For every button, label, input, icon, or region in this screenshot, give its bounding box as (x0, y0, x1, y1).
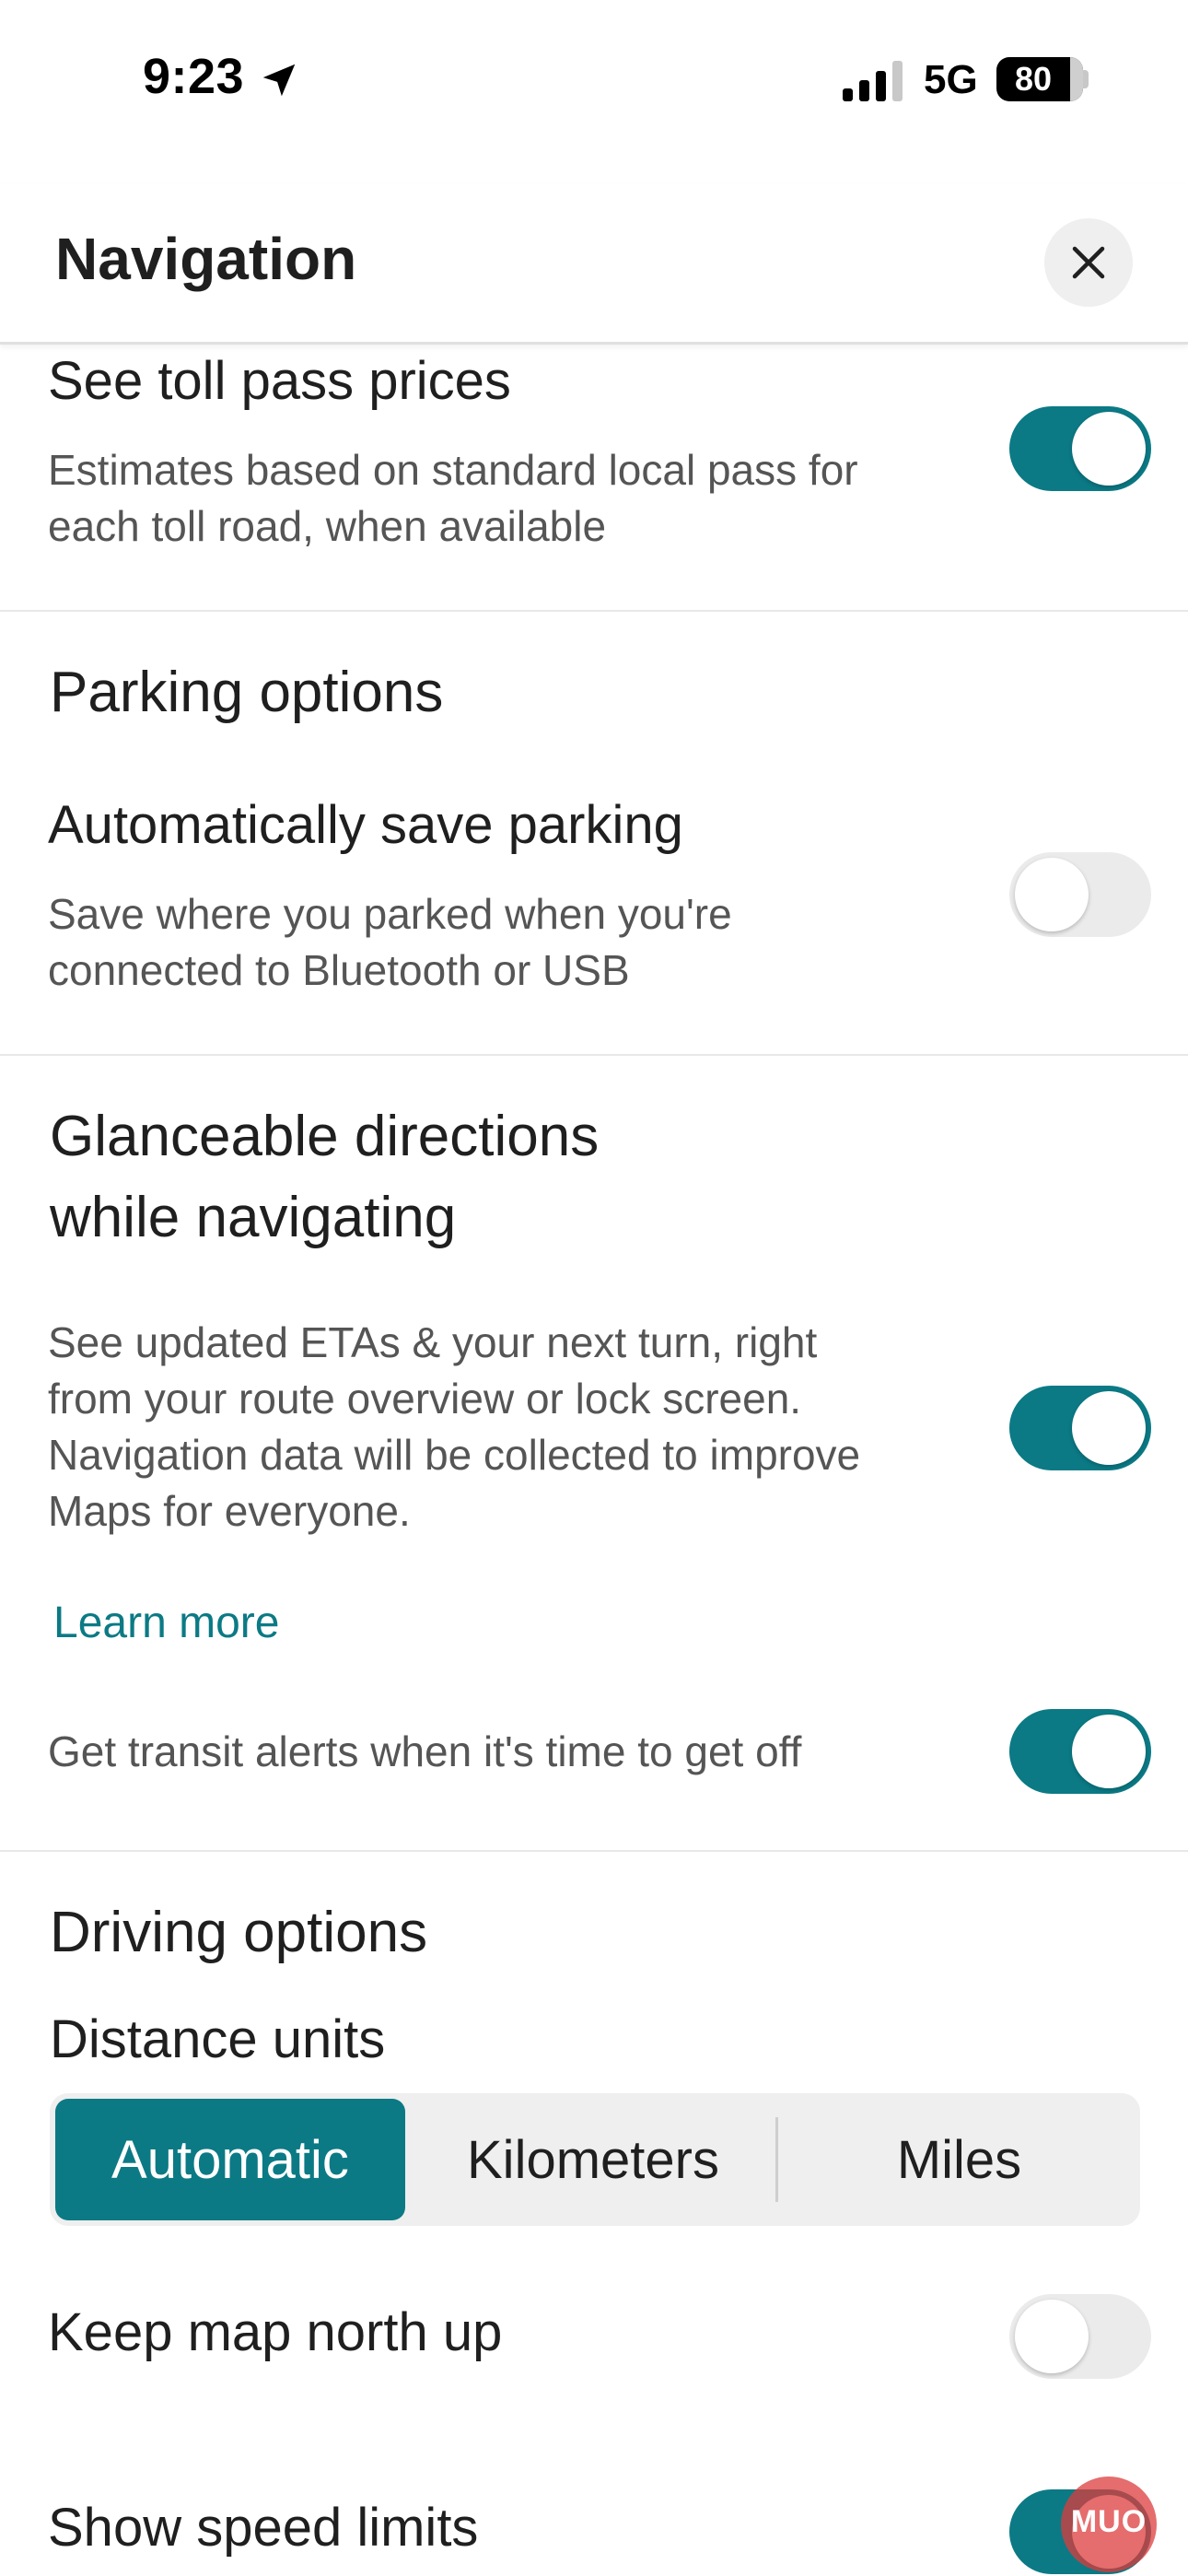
save-parking-title: Automatically save parking (48, 795, 683, 855)
page-title: Navigation (55, 226, 357, 292)
divider (0, 1850, 1188, 1852)
toggle-knob (1015, 2300, 1089, 2373)
toll-pass-description-line1: Estimates based on standard local pass f… (48, 446, 858, 494)
status-time: 9:23 (143, 49, 245, 104)
glanceable-title-line1: Glanceable directions (50, 1105, 600, 1168)
battery-icon: 80 (996, 57, 1083, 101)
network-type: 5G (924, 57, 978, 102)
distance-unit-miles[interactable]: Miles (778, 2093, 1140, 2226)
location-arrow-icon (262, 64, 296, 97)
distance-units-label: Distance units (50, 2009, 386, 2069)
glanceable-description-line2: from your route overview or lock screen. (48, 1375, 802, 1423)
toggle-knob (1072, 412, 1146, 486)
speed-limits-label: Show speed limits (48, 2498, 479, 2558)
save-parking-toggle[interactable] (1009, 852, 1151, 937)
distance-unit-kilometers[interactable]: Kilometers (411, 2093, 775, 2226)
glanceable-description-line1: See updated ETAs & your next turn, right (48, 1318, 818, 1366)
divider (0, 610, 1188, 612)
glanceable-title-line2: while navigating (50, 1186, 457, 1249)
close-button[interactable] (1044, 218, 1133, 307)
toggle-knob (1072, 1715, 1146, 1788)
parking-options-heading: Parking options (50, 661, 444, 724)
divider (0, 1054, 1188, 1056)
battery-level: 80 (1014, 60, 1053, 98)
watermark-logo: MUO (1061, 2476, 1157, 2572)
toggle-knob (1072, 1391, 1146, 1465)
glanceable-description-line4: Maps for everyone. (48, 1487, 411, 1535)
driving-options-heading: Driving options (50, 1901, 428, 1964)
battery-tip (1083, 70, 1089, 88)
toll-pass-toggle[interactable] (1009, 406, 1151, 491)
toggle-knob (1015, 858, 1089, 931)
save-parking-description-line1: Save where you parked when you're (48, 890, 732, 938)
north-up-label: Keep map north up (48, 2302, 503, 2362)
toll-pass-title: See toll pass prices (48, 351, 511, 411)
transit-alerts-toggle[interactable] (1009, 1709, 1151, 1794)
distance-units-segmented-control: Automatic Kilometers Miles (50, 2093, 1140, 2226)
learn-more-link[interactable]: Learn more (53, 1598, 279, 1648)
save-parking-description-line2: connected to Bluetooth or USB (48, 946, 630, 994)
watermark-text: MUO (1070, 2504, 1147, 2539)
distance-unit-automatic[interactable]: Automatic (55, 2099, 405, 2220)
glanceable-toggle[interactable] (1009, 1386, 1151, 1470)
glanceable-description-line3: Navigation data will be collected to imp… (48, 1431, 861, 1479)
close-icon (1072, 246, 1105, 279)
north-up-toggle[interactable] (1009, 2294, 1151, 2379)
toll-pass-description-line2: each toll road, when available (48, 502, 607, 550)
cellular-signal-icon (843, 61, 903, 101)
transit-alerts-label: Get transit alerts when it's time to get… (48, 1727, 802, 1775)
